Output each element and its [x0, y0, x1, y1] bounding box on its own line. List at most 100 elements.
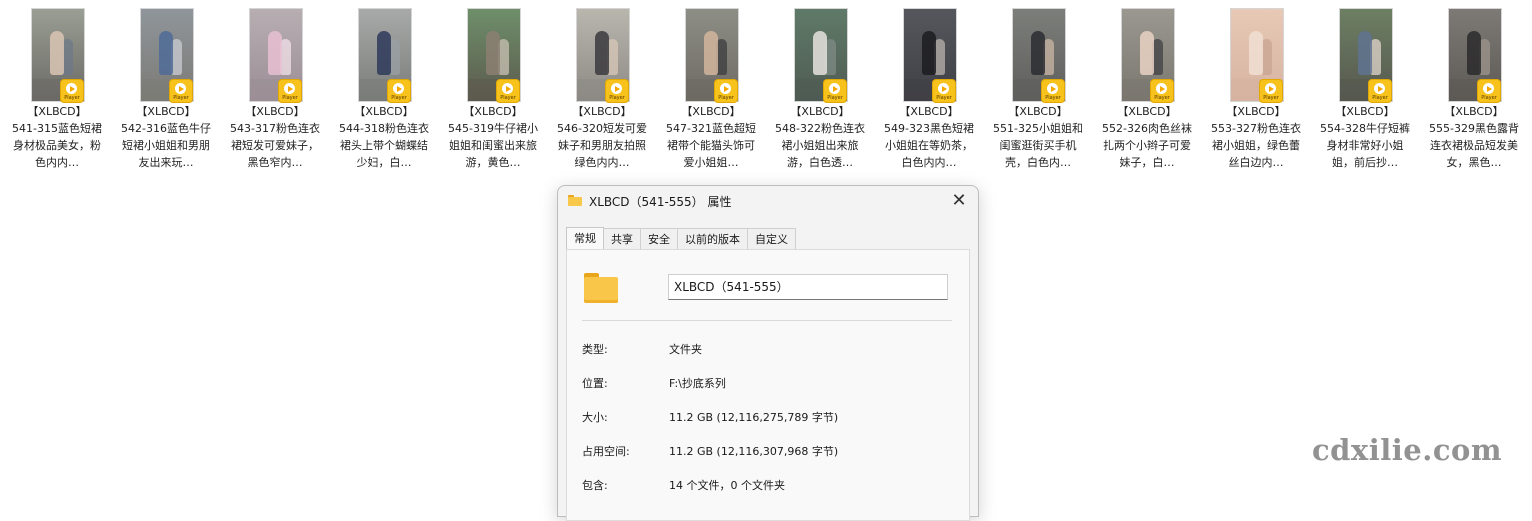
tab-sharing[interactable]: 共享: [603, 228, 641, 250]
file-item[interactable]: Player 【XLBCD】 553-327粉色连衣裙小姐姐，绿色蕾丝白边内…: [1206, 4, 1306, 174]
file-name-prefix: 【XLBCD】: [681, 105, 741, 118]
property-row: 位置: F:\抄底系列: [582, 374, 962, 394]
file-name-text: 552-326肉色丝袜扎两个小辫子可爱妹子，白…: [1102, 122, 1192, 169]
tab-customize[interactable]: 自定义: [747, 228, 796, 250]
folder-icon: [568, 195, 582, 206]
video-player-icon: Player: [1151, 80, 1173, 102]
file-name-text: 546-320短发可爱妹子和男朋友拍照绿色内内…: [557, 122, 647, 169]
file-name-prefix: 【XLBCD】: [1335, 105, 1395, 118]
tab-previous-versions[interactable]: 以前的版本: [677, 228, 748, 250]
file-name-prefix: 【XLBCD】: [1444, 105, 1504, 118]
property-label: 大小:: [582, 411, 608, 424]
file-item[interactable]: Player 【XLBCD】 555-329黑色露背连衣裙极品短发美女，黑色…: [1424, 4, 1524, 174]
file-name-prefix: 【XLBCD】: [790, 105, 850, 118]
property-value: 11.2 GB (12,116,307,968 字节): [669, 445, 839, 458]
video-player-icon: Player: [715, 80, 737, 102]
video-player-icon: Player: [824, 80, 846, 102]
file-name: 【XLBCD】 549-323黑色短裙小姐姐在等奶茶，白色内内…: [881, 103, 977, 171]
file-name-prefix: 【XLBCD】: [463, 105, 523, 118]
properties-dialog: XLBCD（541-555） 属性 ✕ 常规 共享 安全 以前的版本 自定义 XLBCD…: [557, 185, 979, 521]
dialog-titlebar[interactable]: XLBCD（541-555） 属性 ✕: [558, 186, 978, 216]
file-grid: Player 【XLBCD】 541-315蓝色短裙身材极品美女，粉色内内… Play…: [0, 0, 1532, 180]
file-name: 【XLBCD】 554-328牛仔短裤身材非常好小姐姐，前后抄…: [1317, 103, 1413, 171]
file-name: 【XLBCD】 555-329黑色露背连衣裙极品短发美女，黑色…: [1426, 103, 1522, 171]
file-name-text: 549-323黑色短裙小姐姐在等奶茶，白色内内…: [884, 122, 974, 169]
file-item[interactable]: Player 【XLBCD】 542-316蓝色牛仔短裙小姐姐和男朋友出来玩…: [116, 4, 216, 174]
file-name: 【XLBCD】 541-315蓝色短裙身材极品美女，粉色内内…: [9, 103, 105, 171]
property-row: 包含: 14 个文件，0 个文件夹: [582, 476, 962, 496]
file-name: 【XLBCD】 546-320短发可爱妹子和男朋友拍照绿色内内…: [554, 103, 650, 171]
file-name-prefix: 【XLBCD】: [245, 105, 305, 118]
file-item[interactable]: Player 【XLBCD】 548-322粉色连衣裙小姐姐出来旅游，白色透…: [770, 4, 870, 174]
property-value: 文件夹: [669, 343, 702, 356]
file-name-prefix: 【XLBCD】: [899, 105, 959, 118]
file-name-text: 542-316蓝色牛仔短裙小姐姐和男朋友出来玩…: [121, 122, 211, 169]
file-item[interactable]: Player 【XLBCD】 554-328牛仔短裤身材非常好小姐姐，前后抄…: [1315, 4, 1415, 174]
file-item[interactable]: Player 【XLBCD】 549-323黑色短裙小姐姐在等奶茶，白色内内…: [879, 4, 979, 174]
video-player-icon: Player: [497, 80, 519, 102]
file-name: 【XLBCD】 553-327粉色连衣裙小姐姐，绿色蕾丝白边内…: [1208, 103, 1304, 171]
file-name-text: 543-317粉色连衣裙短发可爱妹子，黑色窄内…: [230, 122, 320, 169]
file-name-text: 544-318粉色连衣裙头上带个蝴蝶结少妇，白…: [339, 122, 429, 169]
file-name: 【XLBCD】 543-317粉色连衣裙短发可爱妹子，黑色窄内…: [227, 103, 323, 171]
tab-security[interactable]: 安全: [640, 228, 678, 250]
folder-name-field[interactable]: XLBCD（541-555）: [668, 274, 948, 300]
file-name: 【XLBCD】 551-325小姐姐和闺蜜逛街买手机壳，白色内…: [990, 103, 1086, 171]
file-item[interactable]: Player 【XLBCD】 551-325小姐姐和闺蜜逛街买手机壳，白色内…: [988, 4, 1088, 174]
video-player-icon: Player: [1478, 80, 1500, 102]
property-label: 占用空间:: [582, 445, 630, 458]
video-player-icon: Player: [170, 80, 192, 102]
file-name-prefix: 【XLBCD】: [1226, 105, 1286, 118]
file-name: 【XLBCD】 544-318粉色连衣裙头上带个蝴蝶结少妇，白…: [336, 103, 432, 171]
video-player-icon: Player: [1260, 80, 1282, 102]
file-name-text: 548-322粉色连衣裙小姐姐出来旅游，白色透…: [775, 122, 865, 169]
video-player-icon: Player: [279, 80, 301, 102]
property-value: 11.2 GB (12,116,275,789 字节): [669, 411, 839, 424]
tab-general[interactable]: 常规: [566, 227, 604, 251]
property-value: 14 个文件，0 个文件夹: [669, 479, 785, 492]
property-label: 类型:: [582, 343, 608, 356]
file-item[interactable]: Player 【XLBCD】 541-315蓝色短裙身材极品美女，粉色内内…: [7, 4, 107, 174]
file-name-text: 555-329黑色露背连衣裙极品短发美女，黑色…: [1429, 122, 1519, 169]
file-item[interactable]: Player 【XLBCD】 546-320短发可爱妹子和男朋友拍照绿色内内…: [552, 4, 652, 174]
general-panel: XLBCD（541-555） 类型: 文件夹位置: F:\抄底系列大小: 11.2 G…: [566, 249, 970, 521]
file-name: 【XLBCD】 548-322粉色连衣裙小姐姐出来旅游，白色透…: [772, 103, 868, 171]
file-name: 【XLBCD】 552-326肉色丝袜扎两个小辫子可爱妹子，白…: [1099, 103, 1195, 171]
dialog-title: XLBCD（541-555） 属性: [589, 195, 732, 209]
video-player-icon: Player: [61, 80, 83, 102]
file-name: 【XLBCD】 545-319牛仔裙小姐姐和闺蜜出来旅游，黄色…: [445, 103, 541, 171]
property-value: F:\抄底系列: [669, 377, 726, 390]
property-row: 大小: 11.2 GB (12,116,275,789 字节): [582, 408, 962, 428]
video-player-icon: Player: [388, 80, 410, 102]
close-button[interactable]: ✕: [944, 188, 974, 214]
file-item[interactable]: Player 【XLBCD】 552-326肉色丝袜扎两个小辫子可爱妹子，白…: [1097, 4, 1197, 174]
file-name: 【XLBCD】 542-316蓝色牛仔短裙小姐姐和男朋友出来玩…: [118, 103, 214, 171]
file-name-prefix: 【XLBCD】: [572, 105, 632, 118]
video-player-icon: Player: [606, 80, 628, 102]
file-name-prefix: 【XLBCD】: [27, 105, 87, 118]
file-item[interactable]: Player 【XLBCD】 547-321蓝色超短裙带个能猫头饰可爱小姐姐…: [661, 4, 761, 174]
divider: [582, 320, 952, 321]
file-name-prefix: 【XLBCD】: [1008, 105, 1068, 118]
video-player-icon: Player: [1042, 80, 1064, 102]
file-item[interactable]: Player 【XLBCD】 543-317粉色连衣裙短发可爱妹子，黑色窄内…: [225, 4, 325, 174]
video-player-icon: Player: [1369, 80, 1391, 102]
file-item[interactable]: Player 【XLBCD】 544-318粉色连衣裙头上带个蝴蝶结少妇，白…: [334, 4, 434, 174]
dialog-tabs: 常规 共享 安全 以前的版本 自定义: [566, 226, 796, 251]
file-name-prefix: 【XLBCD】: [136, 105, 196, 118]
file-name-text: 554-328牛仔短裤身材非常好小姐姐，前后抄…: [1320, 122, 1410, 169]
file-name-prefix: 【XLBCD】: [354, 105, 414, 118]
property-label: 包含:: [582, 479, 608, 492]
file-name-text: 547-321蓝色超短裙带个能猫头饰可爱小姐姐…: [666, 122, 756, 169]
site-watermark: cdxilie.com: [1312, 433, 1503, 467]
property-label: 位置:: [582, 377, 608, 390]
file-name-prefix: 【XLBCD】: [1117, 105, 1177, 118]
file-name-text: 553-327粉色连衣裙小姐姐，绿色蕾丝白边内…: [1211, 122, 1301, 169]
file-item[interactable]: Player 【XLBCD】 545-319牛仔裙小姐姐和闺蜜出来旅游，黄色…: [443, 4, 543, 174]
file-name-text: 545-319牛仔裙小姐姐和闺蜜出来旅游，黄色…: [448, 122, 538, 169]
file-name: 【XLBCD】 547-321蓝色超短裙带个能猫头饰可爱小姐姐…: [663, 103, 759, 171]
file-name-text: 551-325小姐姐和闺蜜逛街买手机壳，白色内…: [993, 122, 1083, 169]
property-row: 占用空间: 11.2 GB (12,116,307,968 字节): [582, 442, 962, 462]
property-row: 类型: 文件夹: [582, 340, 962, 360]
large-folder-icon: [584, 273, 618, 303]
